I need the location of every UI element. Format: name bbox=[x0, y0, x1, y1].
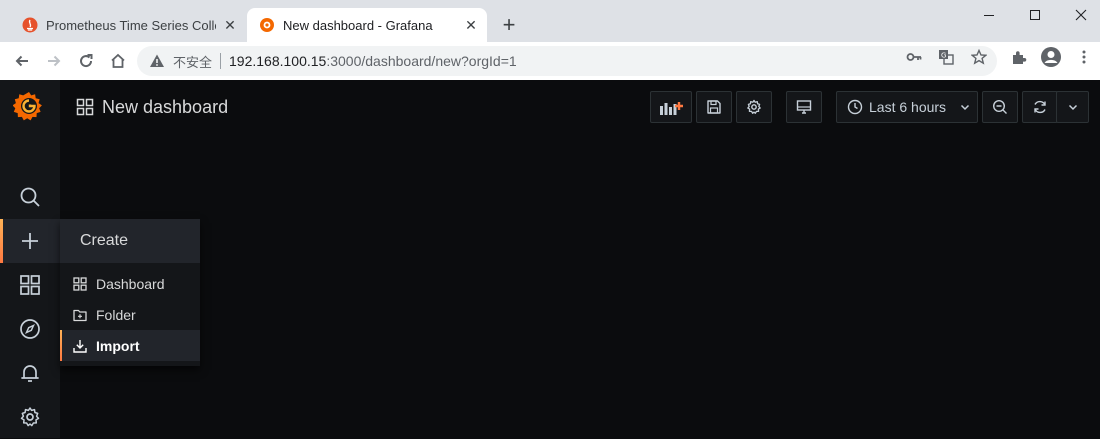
create-item-label: Import bbox=[96, 337, 140, 354]
create-import-item[interactable]: Import bbox=[60, 330, 200, 361]
warning-icon bbox=[150, 54, 164, 67]
url-host: 192.168.100.15 bbox=[229, 53, 327, 69]
refresh-button[interactable] bbox=[1022, 91, 1058, 123]
cog-icon bbox=[747, 99, 761, 114]
zoom-out-icon bbox=[992, 99, 1007, 114]
sidemenu-dashboards[interactable] bbox=[0, 263, 60, 307]
reload-icon bbox=[80, 54, 93, 68]
create-menu-header[interactable]: Create bbox=[60, 219, 200, 263]
forward-button[interactable] bbox=[42, 49, 66, 73]
sync-icon bbox=[1034, 100, 1046, 114]
import-icon bbox=[72, 338, 88, 354]
refresh-interval-dropdown[interactable] bbox=[1056, 91, 1089, 123]
grafana-favicon-icon bbox=[259, 17, 275, 33]
monitor-icon bbox=[796, 100, 812, 114]
divider bbox=[220, 53, 222, 69]
save-dashboard-button[interactable] bbox=[696, 91, 732, 123]
sidemenu-create[interactable] bbox=[0, 219, 60, 263]
browser-tab-grafana[interactable]: New dashboard - Grafana ✕ bbox=[247, 8, 487, 42]
create-folder-item[interactable]: Folder bbox=[60, 299, 200, 330]
address-bar[interactable]: 不安全 192.168.100.15:3000/dashboard/new?or… bbox=[137, 46, 997, 76]
browser-toolbar: 不安全 192.168.100.15:3000/dashboard/new?or… bbox=[0, 42, 1100, 80]
extensions-icon[interactable] bbox=[1011, 49, 1027, 65]
url-path: :3000/dashboard/new?orgId=1 bbox=[326, 53, 517, 69]
close-icon[interactable]: ✕ bbox=[463, 17, 479, 33]
create-item-label: Dashboard bbox=[96, 275, 165, 292]
svg-text:G: G bbox=[941, 52, 946, 60]
folder-plus-icon bbox=[72, 307, 88, 323]
tab-title: Prometheus Time Series Collec bbox=[46, 17, 216, 33]
new-tab-button[interactable]: + bbox=[497, 13, 521, 37]
browser-tab-prometheus[interactable]: Prometheus Time Series Collec ✕ bbox=[10, 8, 246, 42]
dashboard-settings-button[interactable] bbox=[736, 91, 772, 123]
prometheus-favicon-icon bbox=[22, 17, 38, 33]
time-range-label: Last 6 hours bbox=[869, 99, 947, 115]
sidemenu-alerting[interactable] bbox=[0, 351, 60, 395]
compass-icon bbox=[20, 319, 40, 339]
home-button[interactable] bbox=[106, 49, 130, 73]
zoom-out-button[interactable] bbox=[982, 91, 1018, 123]
search-icon bbox=[20, 187, 40, 207]
plus-icon bbox=[22, 233, 38, 249]
create-item-label: Folder bbox=[96, 306, 136, 323]
chevron-down-icon bbox=[1068, 104, 1077, 111]
sidemenu-search[interactable] bbox=[0, 175, 60, 219]
time-range-picker[interactable]: Last 6 hours bbox=[836, 91, 978, 123]
add-panel-icon bbox=[660, 102, 683, 115]
clock-icon bbox=[847, 99, 863, 115]
cog-icon bbox=[20, 407, 40, 427]
profile-avatar-icon[interactable] bbox=[1040, 46, 1062, 68]
bell-icon bbox=[21, 365, 39, 382]
home-icon bbox=[111, 53, 125, 68]
browser-tab-strip: Prometheus Time Series Collec ✕ New dash… bbox=[0, 0, 1100, 42]
add-panel-button[interactable] bbox=[650, 91, 692, 123]
reload-button[interactable] bbox=[74, 49, 98, 73]
close-window-button[interactable] bbox=[1058, 0, 1100, 30]
sidemenu-configuration[interactable] bbox=[0, 395, 60, 439]
grafana-logo-icon[interactable] bbox=[13, 90, 45, 122]
tab-title: New dashboard - Grafana bbox=[283, 17, 433, 33]
create-dropdown-menu: Create Dashboard Folder Import bbox=[60, 219, 200, 366]
back-button[interactable] bbox=[10, 49, 34, 73]
security-label: 不安全 bbox=[173, 54, 213, 70]
translate-icon[interactable]: G bbox=[938, 49, 954, 65]
dashboard-title-bar: New dashboard bbox=[76, 94, 228, 120]
maximize-button[interactable] bbox=[1012, 0, 1058, 30]
more-vert-icon[interactable] bbox=[1076, 49, 1092, 65]
sidemenu-explore[interactable] bbox=[0, 307, 60, 351]
cycle-view-mode-button[interactable] bbox=[786, 91, 822, 123]
close-icon[interactable]: ✕ bbox=[222, 17, 238, 33]
arrow-left-icon bbox=[15, 55, 28, 67]
key-icon[interactable] bbox=[906, 49, 922, 65]
apps-icon bbox=[72, 276, 88, 292]
arrow-right-icon bbox=[48, 55, 61, 67]
save-icon bbox=[707, 100, 721, 114]
chevron-down-icon bbox=[961, 104, 970, 111]
dashboard-title[interactable]: New dashboard bbox=[102, 97, 228, 118]
star-icon[interactable] bbox=[971, 49, 987, 65]
apps-icon bbox=[20, 275, 40, 295]
create-dashboard-item[interactable]: Dashboard bbox=[60, 268, 200, 299]
apps-icon bbox=[76, 98, 94, 116]
grafana-sidemenu bbox=[0, 80, 60, 438]
minimize-button[interactable] bbox=[966, 0, 1012, 30]
